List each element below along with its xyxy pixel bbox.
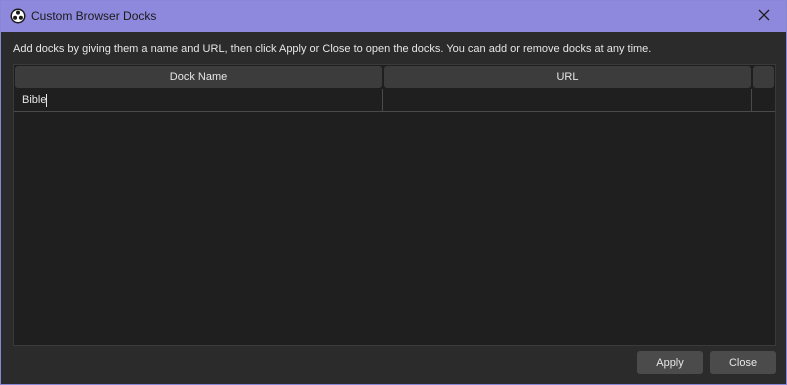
dock-name-value: Bible	[22, 94, 47, 106]
close-icon	[758, 8, 770, 26]
dock-name-cell[interactable]: Bible	[14, 89, 383, 111]
url-cell[interactable]	[383, 89, 752, 111]
row-action-cell[interactable]	[752, 89, 775, 111]
close-button[interactable]: Close	[710, 351, 776, 374]
table-row: Bible	[14, 89, 775, 112]
docks-table: Dock Name URL Bible	[13, 64, 776, 346]
text-caret	[46, 93, 48, 107]
window-title: Custom Browser Docks	[31, 9, 157, 23]
column-header-actions[interactable]	[753, 66, 774, 88]
column-header-dock-name[interactable]: Dock Name	[15, 66, 382, 88]
custom-browser-docks-dialog: Custom Browser Docks Add docks by giving…	[0, 0, 787, 385]
window-close-button[interactable]	[742, 1, 786, 32]
title-bar[interactable]: Custom Browser Docks	[1, 1, 786, 32]
obs-logo-icon	[10, 8, 26, 24]
column-header-url[interactable]: URL	[384, 66, 751, 88]
apply-button[interactable]: Apply	[637, 351, 703, 374]
instructions-text: Add docks by giving them a name and URL,…	[13, 43, 652, 55]
dock-name-input[interactable]: Bible	[22, 89, 48, 111]
